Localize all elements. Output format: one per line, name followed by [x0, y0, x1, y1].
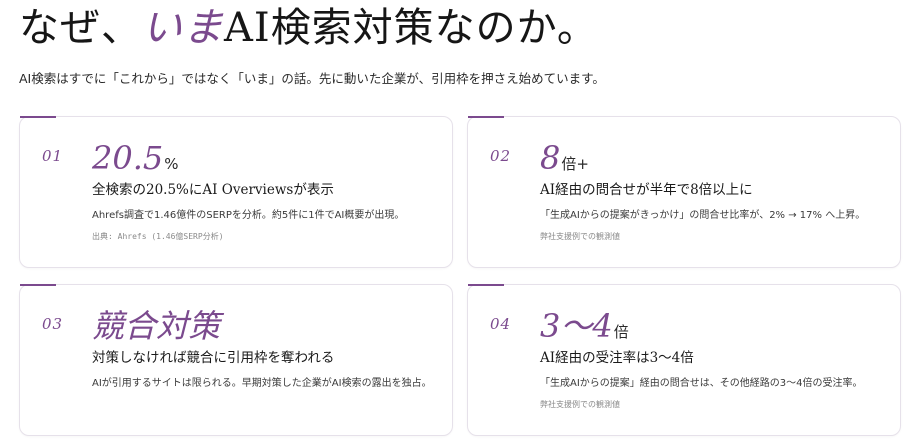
- stat-card-1: 01 20.5% 全検索の20.5%にAI Overviewsが表示 Ahref…: [19, 116, 453, 268]
- card-source: 弊社支援例での観測値: [540, 400, 620, 409]
- card-stat: 3〜4倍: [540, 307, 629, 351]
- card-stat: 競合対策: [92, 307, 221, 351]
- card-stat-value: 8: [540, 139, 561, 177]
- card-source: 弊社支援例での観測値: [540, 232, 620, 241]
- card-title: AI経由の問合せが半年で8倍以上に: [540, 182, 753, 198]
- card-stat: 8倍+: [540, 139, 589, 183]
- card-title: 対策しなければ競合に引用枠を奪われる: [92, 350, 335, 366]
- card-description: 「生成AIからの提案がきっかけ」の問合せ比率が、2% → 17% へ上昇。: [540, 210, 866, 221]
- card-stat-unit: 倍+: [561, 155, 589, 173]
- card-accent-bar: [468, 116, 504, 118]
- card-description: AIが引用するサイトは限られる。早期対策した企業がAI検索の露出を独占。: [92, 378, 432, 389]
- card-stat-value: 20.5: [92, 139, 164, 177]
- card-number: 02: [490, 147, 512, 165]
- card-accent-bar: [20, 116, 56, 118]
- card-description: Ahrefs調査で1.46億件のSERPを分析。約5件に1件でAI概要が出現。: [92, 210, 405, 221]
- card-number: 01: [42, 147, 64, 165]
- card-accent-bar: [468, 284, 504, 286]
- card-stat-value: 3〜4: [540, 307, 613, 345]
- card-description: 「生成AIからの提案」経由の問合せは、その他経路の3〜4倍の受注率。: [540, 378, 863, 389]
- page-title-accent: いま: [142, 5, 224, 51]
- page-title-suffix: AI検索対策なのか。: [224, 5, 598, 51]
- card-title: AI経由の受注率は3〜4倍: [540, 350, 694, 366]
- page: なぜ、いまAI検索対策なのか。 AI検索はすでに「これから」ではなく「いま」の話…: [0, 0, 915, 448]
- card-stat-unit: %: [164, 155, 179, 173]
- page-title: なぜ、いまAI検索対策なのか。: [19, 2, 598, 54]
- page-title-prefix: なぜ、: [19, 5, 142, 51]
- card-number: 03: [42, 315, 64, 333]
- stat-card-2: 02 8倍+ AI経由の問合せが半年で8倍以上に 「生成AIからの提案がきっかけ…: [467, 116, 901, 268]
- stat-card-4: 04 3〜4倍 AI経由の受注率は3〜4倍 「生成AIからの提案」経由の問合せは…: [467, 284, 901, 436]
- card-number: 04: [490, 315, 512, 333]
- card-stat-value: 競合対策: [92, 307, 221, 345]
- lead-text: AI検索はすでに「これから」ではなく「いま」の話。先に動いた企業が、引用枠を押さ…: [19, 71, 605, 86]
- card-title: 全検索の20.5%にAI Overviewsが表示: [92, 182, 334, 198]
- card-stat-unit: 倍: [613, 323, 629, 341]
- stat-card-3: 03 競合対策 対策しなければ競合に引用枠を奪われる AIが引用するサイトは限ら…: [19, 284, 453, 436]
- card-source: 出典: Ahrefs (1.46億SERP分析): [92, 232, 224, 241]
- card-stat: 20.5%: [92, 139, 179, 183]
- card-accent-bar: [20, 284, 56, 286]
